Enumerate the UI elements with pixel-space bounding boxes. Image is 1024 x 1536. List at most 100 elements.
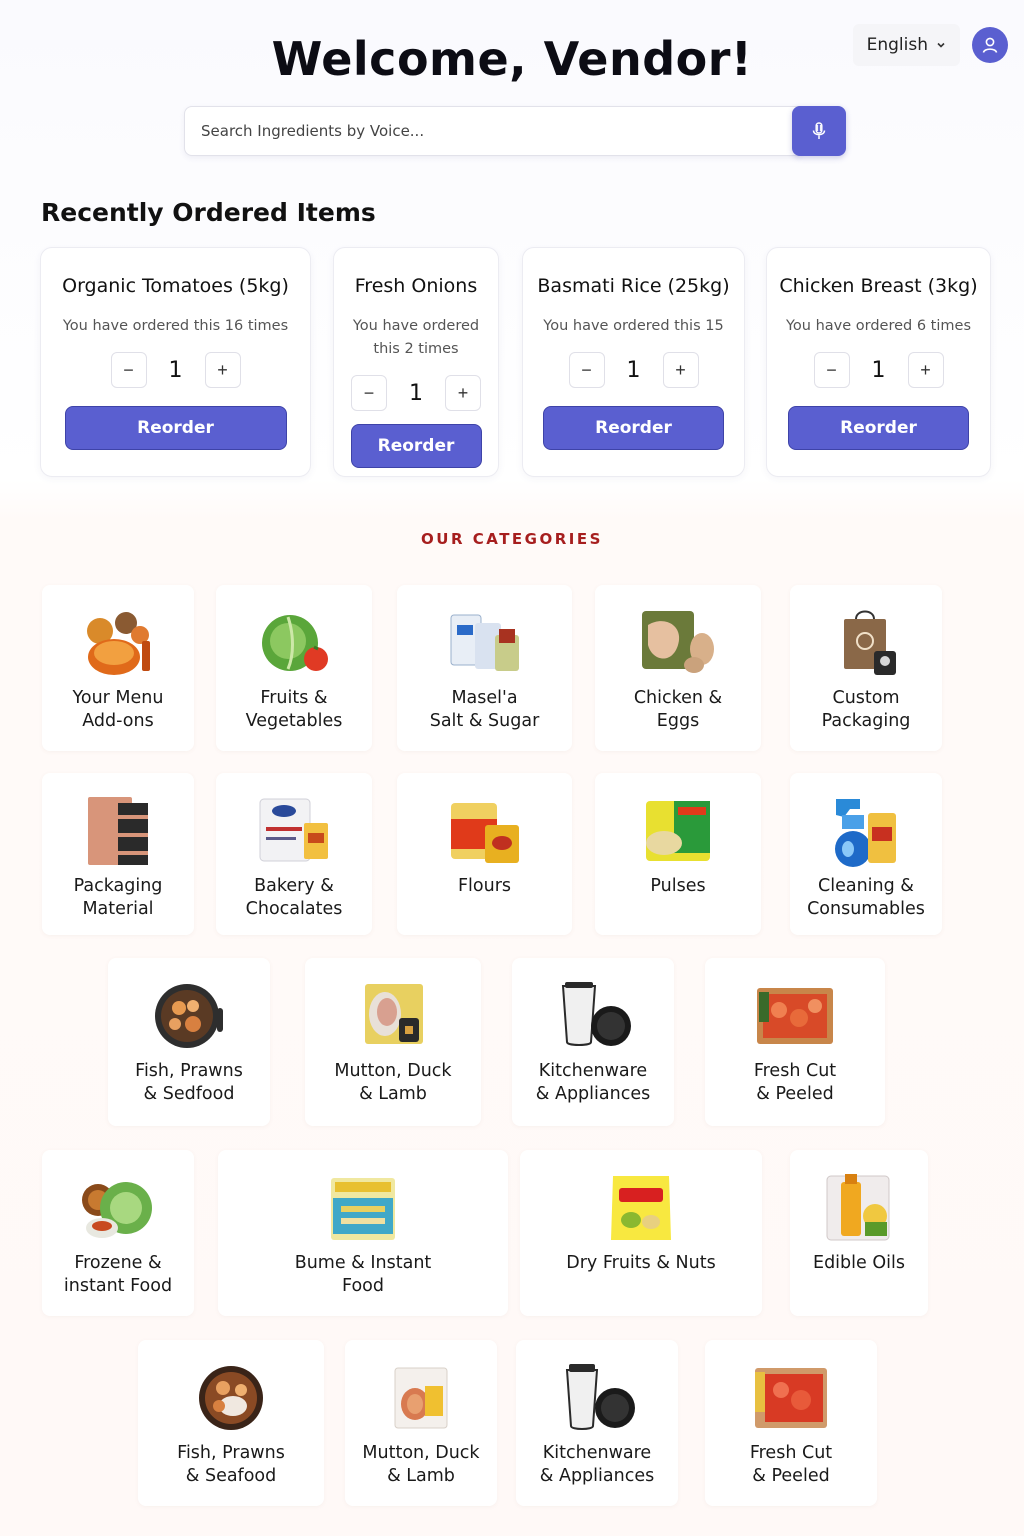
recent-order-card: Fresh Onions You have ordered this 2 tim… bbox=[333, 247, 499, 477]
category-tile-dry-fruits-nuts[interactable]: Dry Fruits & Nuts bbox=[520, 1150, 762, 1316]
category-label: Fish, Prawns & Sedfood bbox=[135, 1061, 243, 1104]
search-input[interactable] bbox=[184, 106, 800, 156]
fresh-cut-tray-icon bbox=[755, 1368, 827, 1428]
category-tile-pulses[interactable]: Pulses bbox=[595, 773, 761, 935]
item-name: Fresh Onions bbox=[354, 275, 478, 297]
category-label: Edible Oils bbox=[813, 1253, 905, 1273]
category-label: Pulses bbox=[650, 876, 706, 896]
reorder-button[interactable]: Reorder bbox=[788, 406, 969, 450]
decrement-button[interactable]: − bbox=[351, 375, 387, 411]
category-tile-kitchenware-appliances[interactable]: Kitchenware & Appliances bbox=[512, 958, 674, 1126]
category-tile-cleaning-consumables[interactable]: Cleaning & Consumables bbox=[790, 773, 942, 935]
category-label: Custom Packaging bbox=[821, 688, 911, 731]
decrement-button[interactable]: − bbox=[568, 352, 605, 388]
seafood-bowl-icon bbox=[199, 1366, 263, 1430]
category-tile-mutton-duck-lamb[interactable]: Mutton, Duck & Lamb bbox=[305, 958, 481, 1126]
paper-bag-icon bbox=[844, 610, 896, 675]
increment-button[interactable]: + bbox=[907, 352, 944, 388]
flour-bag-icon bbox=[450, 803, 519, 863]
item-name: Organic Tomatoes (5kg) bbox=[62, 275, 289, 297]
voice-search-button[interactable] bbox=[792, 106, 846, 156]
dry-fruits-pack-icon bbox=[611, 1176, 671, 1240]
quantity-value: 1 bbox=[871, 357, 886, 383]
bakery-packets-icon bbox=[259, 798, 328, 862]
categories-title: OUR CATEGORIES bbox=[421, 530, 603, 548]
recent-order-card: Chicken Breast (3kg) You have ordered 6 … bbox=[766, 247, 991, 477]
microphone-icon bbox=[812, 122, 826, 139]
category-tile-menu-addons[interactable]: Your Menu Add-ons bbox=[42, 585, 194, 751]
category-label: Bakery & Chocalates bbox=[245, 876, 343, 919]
seafood-bowl-icon bbox=[155, 984, 223, 1048]
recently-ordered-title: Recently Ordered Items bbox=[41, 198, 376, 227]
category-tile-masala-salt-sugar[interactable]: Masel'a Salt & Sugar bbox=[397, 585, 572, 751]
quantity-value: 1 bbox=[409, 380, 423, 406]
box-stack-icon bbox=[88, 797, 148, 865]
category-tile-mutton-duck-lamb-2[interactable]: Mutton, Duck & Lamb bbox=[345, 1340, 497, 1506]
decrement-button[interactable]: − bbox=[813, 352, 850, 388]
category-tile-frozen-instant-food[interactable]: Frozene & instant Food bbox=[42, 1150, 194, 1316]
category-label: Packaging Material bbox=[73, 876, 163, 919]
spice-packets-icon bbox=[450, 614, 519, 671]
category-tile-bakery-chocolates[interactable]: Bakery & Chocalates bbox=[216, 773, 372, 935]
order-count: You have ordered this 16 times bbox=[62, 318, 289, 334]
quantity-value: 1 bbox=[626, 357, 641, 383]
item-name: Basmati Rice (25kg) bbox=[537, 275, 730, 297]
category-label: Dry Fruits & Nuts bbox=[566, 1253, 716, 1273]
increment-button[interactable]: + bbox=[204, 352, 241, 388]
category-label: Chicken & Eggs bbox=[633, 688, 723, 731]
order-count: You have ordered this 2 times bbox=[352, 318, 480, 357]
page-title: Welcome, Vendor! bbox=[271, 32, 753, 86]
increment-button[interactable]: + bbox=[445, 375, 481, 411]
quantity-stepper: − 1 + bbox=[523, 352, 744, 388]
category-label: Fruits & Vegetables bbox=[245, 688, 343, 731]
category-tile-fish-prawns-seafood-2[interactable]: Fish, Prawns & Seafood bbox=[138, 1340, 324, 1506]
category-tile-custom-packaging[interactable]: Custom Packaging bbox=[790, 585, 942, 751]
fresh-cut-tray-icon bbox=[757, 988, 833, 1044]
category-tile-fruits-vegetables[interactable]: Fruits & Vegetables bbox=[216, 585, 372, 751]
category-tile-fish-prawns-seafood[interactable]: Fish, Prawns & Sedfood bbox=[108, 958, 270, 1126]
quantity-value: 1 bbox=[168, 357, 183, 383]
category-tile-edible-oils[interactable]: Edible Oils bbox=[790, 1150, 928, 1316]
category-tile-flours[interactable]: Flours bbox=[397, 773, 572, 935]
search-bar bbox=[184, 106, 846, 158]
reorder-button[interactable]: Reorder bbox=[64, 406, 287, 450]
increment-button[interactable]: + bbox=[662, 352, 699, 388]
category-label: Cleaning & Consumables bbox=[807, 876, 925, 919]
category-label: Bume & Instant Food bbox=[294, 1253, 432, 1296]
item-name: Chicken Breast (3kg) bbox=[779, 275, 978, 297]
recent-order-card: Basmati Rice (25kg) You have ordered thi… bbox=[522, 247, 745, 477]
category-tile-packaging-material[interactable]: Packaging Material bbox=[42, 773, 194, 935]
category-tile-fresh-cut-peeled[interactable]: Fresh Cut & Peeled bbox=[705, 958, 885, 1126]
category-label: Kitchenware & Appliances bbox=[539, 1443, 655, 1486]
category-label: Fish, Prawns & Seafood bbox=[177, 1443, 285, 1486]
decrement-button[interactable]: − bbox=[110, 352, 147, 388]
category-label: Masel'a Salt & Sugar bbox=[429, 688, 540, 731]
reorder-button[interactable]: Reorder bbox=[543, 406, 724, 450]
order-count: You have ordered 6 times bbox=[785, 318, 972, 334]
category-tile-chicken-eggs[interactable]: Chicken & Eggs bbox=[595, 585, 761, 751]
category-label: Mutton, Duck & Lamb bbox=[362, 1443, 480, 1486]
kitchenware-icon bbox=[561, 982, 631, 1046]
category-label: Frozene & instant Food bbox=[63, 1253, 173, 1296]
cabbage-icon bbox=[262, 615, 328, 671]
chicken-icon bbox=[642, 611, 714, 673]
quantity-stepper: − 1 + bbox=[767, 352, 990, 388]
frozen-food-icon bbox=[82, 1182, 152, 1238]
spices-icon bbox=[87, 612, 150, 675]
meat-pack-icon bbox=[394, 1367, 448, 1429]
quantity-stepper: − 1 + bbox=[41, 352, 310, 388]
category-tile-kitchenware-appliances-2[interactable]: Kitchenware & Appliances bbox=[516, 1340, 678, 1506]
recent-order-card: Organic Tomatoes (5kg) You have ordered … bbox=[40, 247, 311, 477]
category-label: Kitchenware & Appliances bbox=[535, 1061, 651, 1104]
category-tile-instant-food[interactable]: Bume & Instant Food bbox=[218, 1150, 508, 1316]
noodle-pack-icon bbox=[331, 1178, 395, 1240]
category-label: Flours bbox=[457, 876, 512, 896]
quantity-stepper: − 1 + bbox=[334, 375, 498, 411]
meat-pack-icon bbox=[365, 984, 423, 1044]
category-tile-fresh-cut-peeled-2[interactable]: Fresh Cut & Peeled bbox=[705, 1340, 877, 1506]
spray-bottle-icon bbox=[835, 799, 896, 867]
oil-bottle-icon bbox=[826, 1174, 890, 1241]
kitchenware-icon bbox=[565, 1364, 635, 1430]
reorder-button[interactable]: Reorder bbox=[350, 424, 482, 468]
category-label: Mutton, Duck & Lamb bbox=[334, 1061, 452, 1104]
